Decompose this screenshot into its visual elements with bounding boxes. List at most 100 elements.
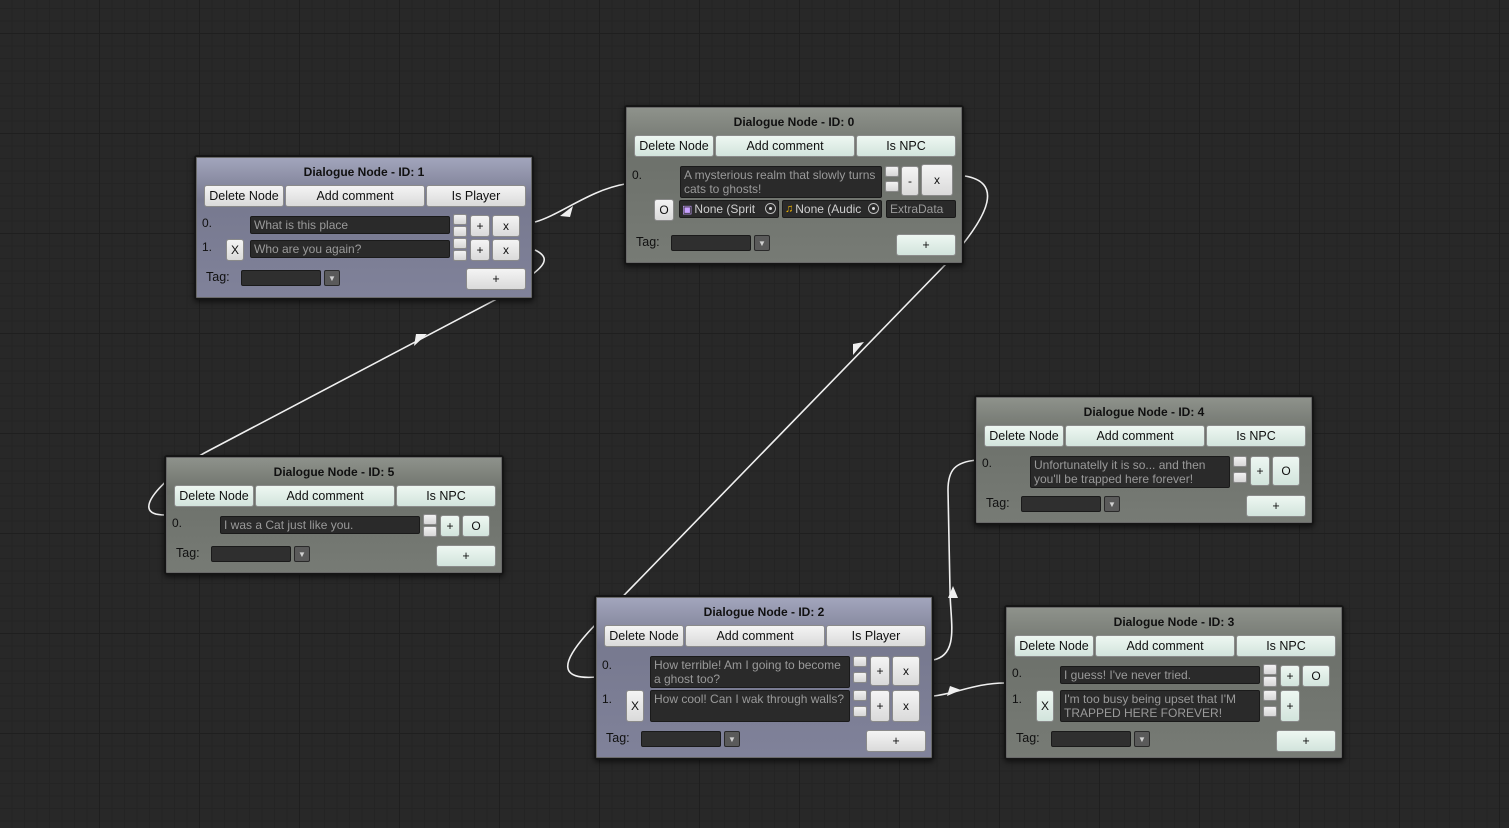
answer-text-field[interactable]: Who are you again? [250,240,450,258]
add-comment-button[interactable]: Add comment [685,625,825,647]
tag-dropdown[interactable] [1051,731,1131,747]
add-answer-button[interactable]: + [1276,730,1336,752]
is-npc-toggle[interactable]: Is NPC [396,485,496,507]
chevron-down-icon[interactable]: ▼ [294,546,310,562]
add-row-button[interactable]: + [440,515,460,537]
extra-data-field[interactable]: ExtraData [886,200,956,218]
move-down-button[interactable] [853,706,867,717]
link-output-button[interactable]: O [1302,665,1330,687]
delete-node-button[interactable]: Delete Node [984,425,1064,447]
answer-text-field[interactable]: What is this place [250,216,450,234]
add-answer-button[interactable]: + [896,234,956,256]
delete-node-button[interactable]: Delete Node [634,135,714,157]
move-down-button[interactable] [885,181,899,192]
tag-dropdown[interactable] [641,731,721,747]
add-answer-button[interactable]: + [1246,495,1306,517]
delete-node-button[interactable]: Delete Node [1014,635,1094,657]
tag-dropdown[interactable] [241,270,321,286]
dialogue-node-1[interactable]: Dialogue Node - ID: 1 Delete Node Add co… [194,155,534,300]
add-row-button[interactable]: + [1280,690,1300,722]
tag-dropdown[interactable] [671,235,751,251]
answer-text-field[interactable]: I'm too busy being upset that I'M TRAPPE… [1060,690,1260,722]
remove-row-button[interactable]: x [892,690,920,722]
add-row-button[interactable]: + [1280,665,1300,687]
chevron-down-icon[interactable]: ▼ [754,235,770,251]
delete-node-button[interactable]: Delete Node [204,185,284,207]
add-row-button[interactable]: + [1250,456,1270,486]
add-comment-button[interactable]: Add comment [1065,425,1205,447]
move-down-button[interactable] [1263,706,1277,717]
move-down-button[interactable] [453,226,467,237]
dialogue-node-0[interactable]: Dialogue Node - ID: 0 Delete Node Add co… [624,105,964,265]
audio-field[interactable]: ♫ None (Audic [782,200,882,218]
dialogue-node-2[interactable]: Dialogue Node - ID: 2 Delete Node Add co… [594,595,934,760]
add-answer-button[interactable]: + [436,545,496,567]
is-npc-toggle[interactable]: Is NPC [856,135,956,157]
object-picker-icon[interactable] [868,203,879,214]
delete-node-button[interactable]: Delete Node [604,625,684,647]
move-up-button[interactable] [885,166,899,177]
remove-line-button[interactable]: - [901,166,919,196]
delete-node-button[interactable]: Delete Node [174,485,254,507]
add-row-button[interactable]: + [470,239,490,261]
add-comment-button[interactable]: Add comment [255,485,395,507]
move-up-button[interactable] [853,656,867,667]
answer-text-field[interactable]: I guess! I've never tried. [1060,666,1260,684]
move-up-button[interactable] [1263,664,1277,675]
is-npc-toggle[interactable]: Is NPC [1206,425,1306,447]
is-npc-toggle[interactable]: Is NPC [1236,635,1336,657]
delete-row-button[interactable]: x [921,164,953,196]
move-up-button[interactable] [1233,456,1247,467]
dialogue-node-4[interactable]: Dialogue Node - ID: 4 Delete Node Add co… [974,395,1314,525]
move-down-button[interactable] [423,526,437,537]
move-down-button[interactable] [1233,472,1247,483]
answer-text-field[interactable]: Unfortunatelly it is so... and then you'… [1030,456,1230,488]
move-up-button[interactable] [1263,690,1277,701]
chevron-down-icon[interactable]: ▼ [324,270,340,286]
tag-label: Tag: [206,270,230,284]
row-index: 0. [1012,666,1023,680]
tag-dropdown[interactable] [1021,496,1101,512]
chevron-down-icon[interactable]: ▼ [724,731,740,747]
object-picker-icon[interactable] [765,203,776,214]
add-comment-button[interactable]: Add comment [715,135,855,157]
add-answer-button[interactable]: + [866,730,926,752]
toggle-mark-button[interactable]: O [654,199,674,221]
remove-row-button[interactable]: x [892,656,920,686]
toggle-mark-button[interactable]: X [626,690,644,722]
toggle-mark-button[interactable]: X [1036,690,1054,722]
tag-dropdown[interactable] [211,546,291,562]
toggle-mark-button[interactable]: X [226,239,244,261]
dialogue-node-3[interactable]: Dialogue Node - ID: 3 Delete Node Add co… [1004,605,1344,760]
node-title: Dialogue Node - ID: 5 [273,465,395,479]
add-comment-button[interactable]: Add comment [285,185,425,207]
dialogue-node-5[interactable]: Dialogue Node - ID: 5 Delete Node Add co… [164,455,504,575]
remove-row-button[interactable]: x [492,215,520,237]
row-index: 0. [172,516,183,530]
add-row-button[interactable]: + [870,656,890,686]
move-down-button[interactable] [453,250,467,261]
move-up-button[interactable] [453,214,467,225]
add-answer-button[interactable]: + [466,268,526,290]
answer-text-field[interactable]: How terrible! Am I going to become a gho… [650,656,850,688]
move-up-button[interactable] [423,514,437,525]
remove-row-button[interactable]: x [492,239,520,261]
link-output-button[interactable]: O [462,515,490,537]
answer-text-field[interactable]: A mysterious realm that slowly turns cat… [680,166,882,198]
answer-text-field[interactable]: How cool! Can I wak through walls? [650,690,850,722]
add-row-button[interactable]: + [870,690,890,722]
answer-text-field[interactable]: I was a Cat just like you. [220,516,420,534]
chevron-down-icon[interactable]: ▼ [1104,496,1120,512]
link-output-button[interactable]: O [1272,456,1300,486]
add-row-button[interactable]: + [470,215,490,237]
sprite-field[interactable]: ▣ None (Sprit [679,200,779,218]
add-comment-button[interactable]: Add comment [1095,635,1235,657]
is-player-toggle[interactable]: Is Player [426,185,526,207]
move-down-button[interactable] [1263,676,1277,687]
is-player-toggle[interactable]: Is Player [826,625,926,647]
chevron-down-icon[interactable]: ▼ [1134,731,1150,747]
move-up-button[interactable] [453,238,467,249]
link-node2-to-node4 [932,459,978,661]
move-down-button[interactable] [853,672,867,683]
move-up-button[interactable] [853,690,867,701]
